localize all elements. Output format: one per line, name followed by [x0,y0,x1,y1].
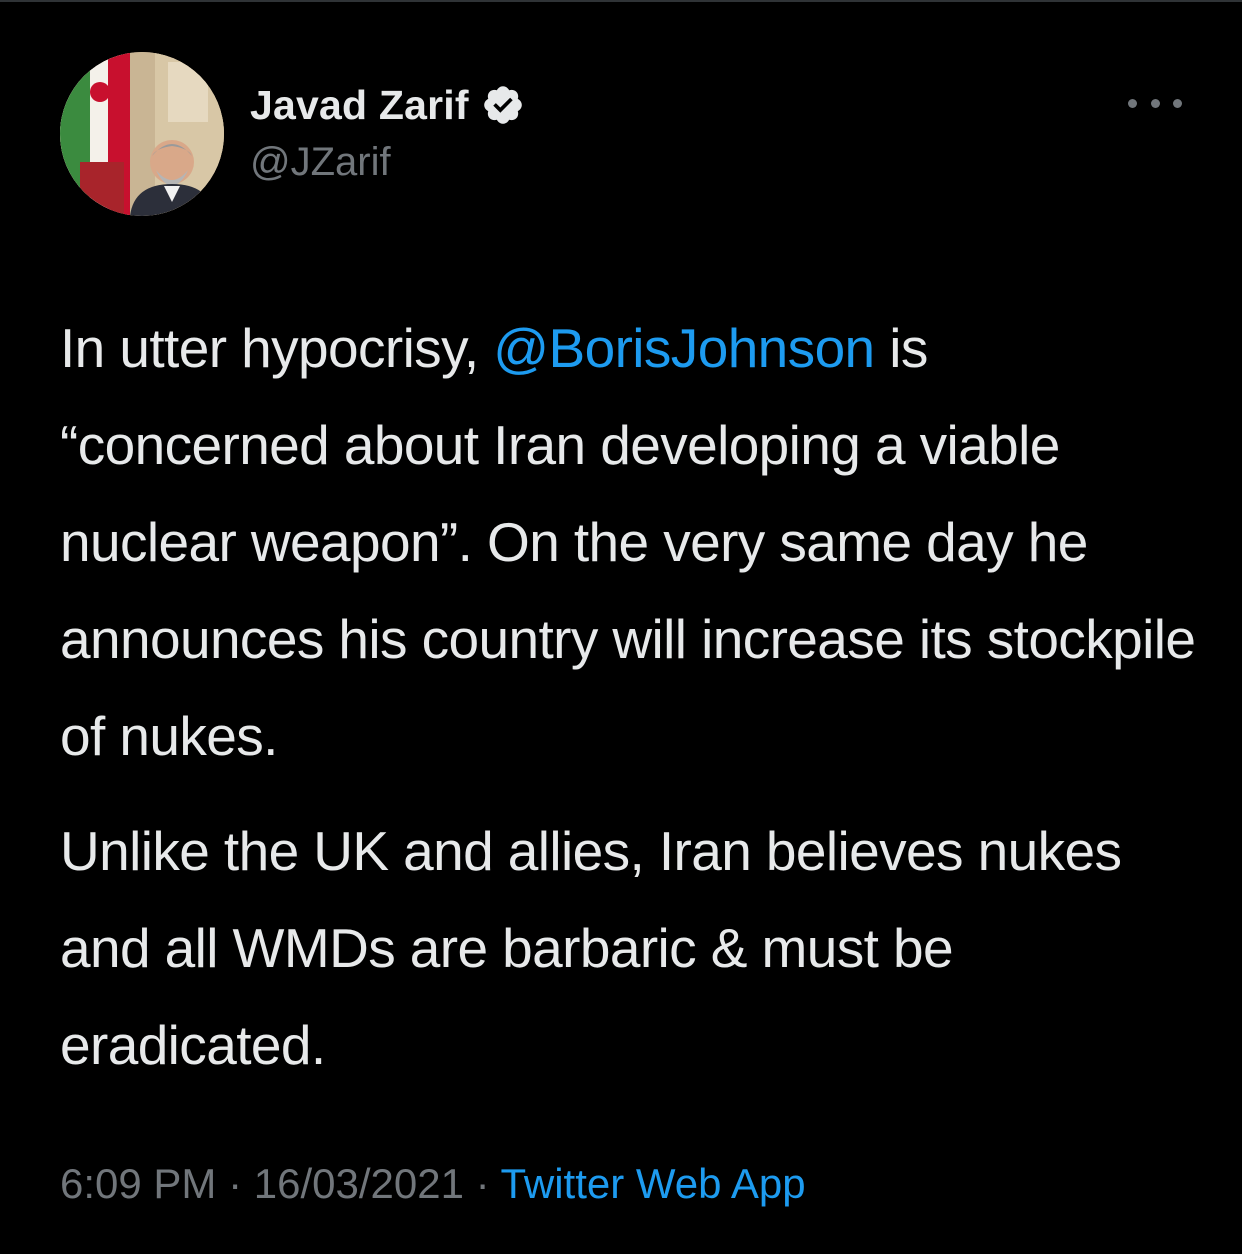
ellipsis-icon [1128,98,1137,108]
tweet-metadata: 6:09 PM · 16/03/2021 · Twitter Web App [60,1160,806,1208]
tweet-paragraph-1: In utter hypocrisy, @BorisJohnson is “co… [60,300,1200,785]
mention-link[interactable]: @BorisJohnson [493,317,875,379]
ellipsis-icon [1173,98,1182,108]
meta-separator: · [216,1160,254,1207]
author-handle[interactable]: @JZarif [250,140,391,185]
tweet-time[interactable]: 6:09 PM [60,1160,216,1207]
top-divider [0,0,1242,2]
ellipsis-icon [1150,98,1160,108]
tweet-source-link[interactable]: Twitter Web App [501,1160,806,1207]
author-name-row[interactable]: Javad Zarif [250,80,525,130]
tweet-text: In utter hypocrisy, @BorisJohnson is “co… [60,300,1200,1094]
verified-badge-icon [481,83,525,127]
tweet-date[interactable]: 16/03/2021 [254,1160,464,1207]
meta-separator: · [463,1160,501,1207]
avatar[interactable] [60,52,224,216]
tweet-paragraph-2: Unlike the UK and allies, Iran believes … [60,820,1122,1076]
author-name[interactable]: Javad Zarif [250,82,469,129]
tweet-text-segment: is “concerned about Iran developing a vi… [60,317,1196,767]
more-options-button[interactable] [1128,88,1182,118]
tweet-text-segment: In utter hypocrisy, [60,317,494,379]
profile-photo-icon [60,52,224,216]
